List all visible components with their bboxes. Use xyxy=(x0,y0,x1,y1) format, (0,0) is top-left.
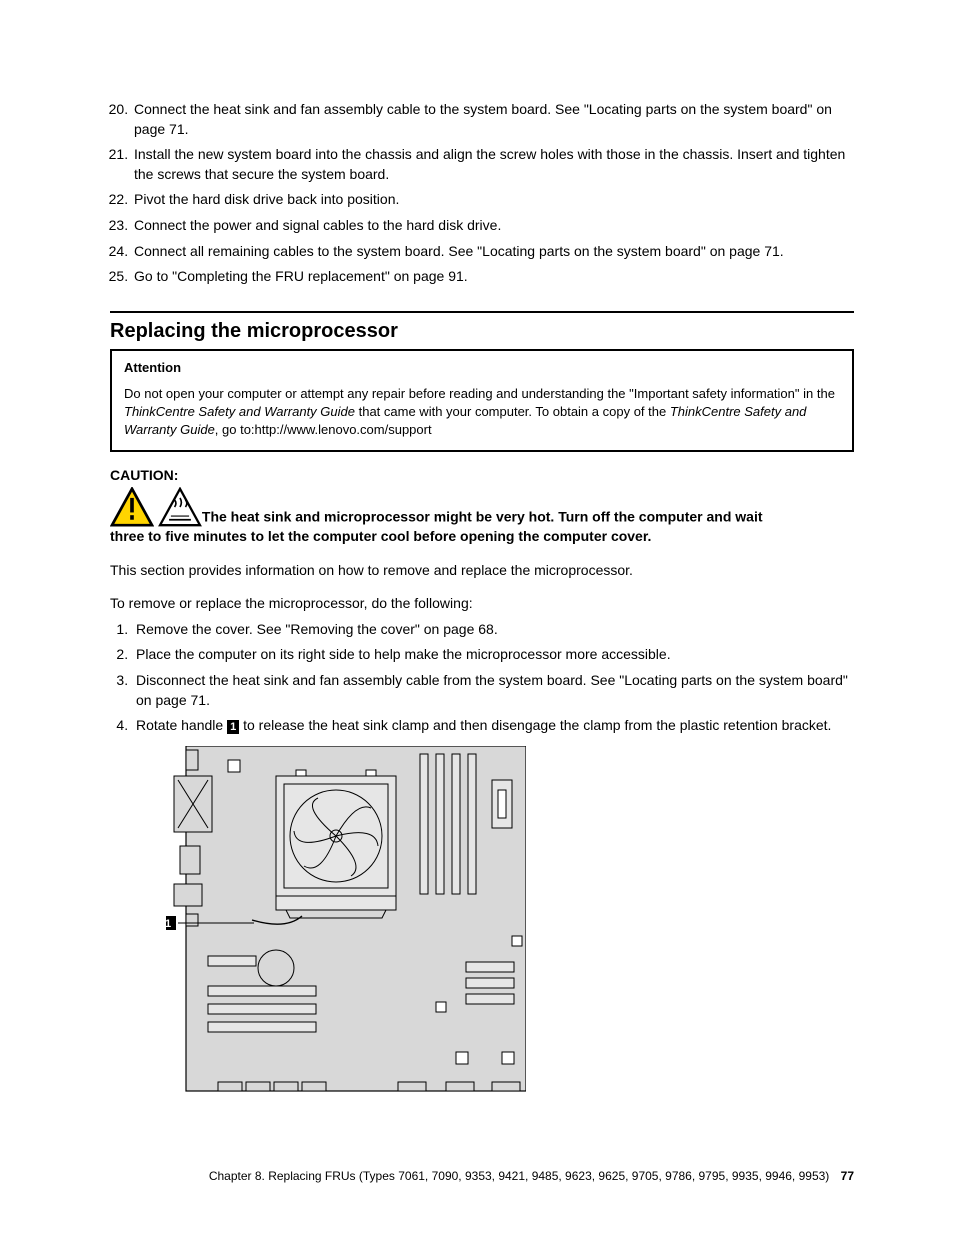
callout-number: 1 xyxy=(227,720,239,734)
list-item: Place the computer on its right side to … xyxy=(132,645,854,665)
section-title: Replacing the microprocessor xyxy=(110,317,854,345)
continued-steps-list: Connect the heat sink and fan assembly c… xyxy=(110,100,854,287)
section-rule xyxy=(110,311,854,313)
figure-callout-1: 1 xyxy=(166,918,171,930)
motherboard-figure: 1 xyxy=(166,746,526,1096)
attention-title: Attention xyxy=(124,359,840,377)
caution-text-line1: The heat sink and microprocessor might b… xyxy=(202,509,763,525)
attention-text: Do not open your computer or attempt any… xyxy=(124,385,840,440)
text: that came with your computer. To obtain … xyxy=(355,404,670,419)
list-item: Rotate handle 1 to release the heat sink… xyxy=(132,716,854,1096)
body-paragraph: This section provides information on how… xyxy=(110,561,854,581)
list-item: Pivot the hard disk drive back into posi… xyxy=(132,190,854,210)
text: , go to:http://www.lenovo.com/support xyxy=(215,422,432,437)
document-page: Connect the heat sink and fan assembly c… xyxy=(0,0,954,1235)
hot-surface-icon xyxy=(158,487,202,527)
list-item: Connect the power and signal cables to t… xyxy=(132,216,854,236)
text: to release the heat sink clamp and then … xyxy=(239,717,831,733)
list-item: Install the new system board into the ch… xyxy=(132,145,854,184)
list-item: Remove the cover. See "Removing the cove… xyxy=(132,620,854,640)
caution-text-line2: three to five minutes to let the compute… xyxy=(110,527,854,547)
procedure-steps: Remove the cover. See "Removing the cove… xyxy=(110,620,854,1096)
warning-triangle-icon xyxy=(110,487,154,527)
text: Rotate handle xyxy=(136,717,227,733)
caution-icons xyxy=(110,487,202,527)
text: Do not open your computer or attempt any… xyxy=(124,386,835,401)
list-item: Go to "Completing the FRU replacement" o… xyxy=(132,267,854,287)
caution-block: CAUTION: The heat sink and microprocesso… xyxy=(110,466,854,547)
list-item: Disconnect the heat sink and fan assembl… xyxy=(132,671,854,710)
italic-title: ThinkCentre Safety and Warranty Guide xyxy=(124,404,355,419)
attention-box: Attention Do not open your computer or a… xyxy=(110,349,854,452)
list-item: Connect all remaining cables to the syst… xyxy=(132,242,854,262)
body-paragraph: To remove or replace the microprocessor,… xyxy=(110,594,854,614)
page-number: 77 xyxy=(841,1169,854,1183)
list-item: Connect the heat sink and fan assembly c… xyxy=(132,100,854,139)
caution-label: CAUTION: xyxy=(110,466,854,486)
footer-text: Chapter 8. Replacing FRUs (Types 7061, 7… xyxy=(209,1169,829,1183)
page-footer: Chapter 8. Replacing FRUs (Types 7061, 7… xyxy=(209,1168,854,1185)
